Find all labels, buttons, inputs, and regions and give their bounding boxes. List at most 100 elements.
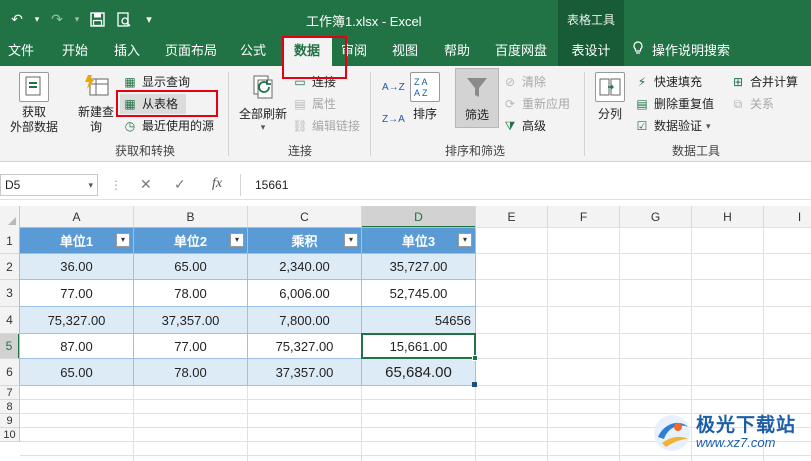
cancel-entry-icon[interactable]: ✕	[140, 176, 152, 193]
table-resize-handle[interactable]	[472, 382, 477, 387]
table-cell[interactable]: 6,006.00	[248, 280, 361, 306]
table-header-cell[interactable]: 单位1 ▾	[20, 228, 133, 253]
row-header-2[interactable]: 2	[0, 254, 20, 280]
row-header-3[interactable]: 3	[0, 280, 20, 307]
column-header-g[interactable]: G	[620, 206, 692, 228]
table-cell[interactable]: 36.00	[20, 254, 133, 279]
tab-page-layout[interactable]: 页面布局	[158, 38, 224, 66]
table-header-cell[interactable]: 单位2 ▾	[134, 228, 247, 253]
save-icon[interactable]	[86, 8, 108, 30]
filter-dropdown-icon[interactable]: ▾	[230, 233, 244, 247]
select-all-button[interactable]	[0, 206, 20, 228]
table-cell[interactable]: 77.00	[134, 334, 247, 358]
table-cell[interactable]: 78.00	[134, 280, 247, 306]
column-header-a[interactable]: A	[20, 206, 134, 228]
table-cell[interactable]: 65.00	[20, 359, 133, 385]
table-cell[interactable]: 2,340.00	[248, 254, 361, 279]
advanced-filter-button[interactable]: ⧩ 高级	[502, 116, 546, 136]
active-cell-cursor[interactable]	[361, 333, 476, 359]
fill-handle[interactable]	[472, 355, 478, 361]
row-header-1[interactable]: 1	[0, 228, 20, 254]
customize-qat-icon[interactable]: ▾	[138, 8, 160, 30]
edit-links-icon: ⛓	[292, 119, 308, 133]
table-cell[interactable]: 75,327.00	[20, 307, 133, 333]
table-header-cell[interactable]: 乘积 ▾	[248, 228, 361, 253]
name-box[interactable]: D5 ▾	[0, 174, 98, 196]
table-cell[interactable]: 65.00	[134, 254, 247, 279]
filter-dropdown-icon[interactable]: ▾	[116, 233, 130, 247]
tab-review[interactable]: 审阅	[334, 38, 374, 66]
table-cell[interactable]: 52,745.00	[362, 280, 475, 306]
row-header-6[interactable]: 6	[0, 359, 20, 386]
connections-icon: ▭	[294, 75, 306, 89]
confirm-entry-icon[interactable]: ✓	[174, 176, 186, 193]
undo-dropdown-icon[interactable]: ▾	[32, 8, 42, 30]
consolidate-button[interactable]: ⊞ 合并计算	[730, 72, 798, 92]
formula-bar-splitter[interactable]: ⋮	[110, 178, 122, 192]
tab-formulas[interactable]: 公式	[230, 38, 276, 66]
column-header-i[interactable]: I	[764, 206, 811, 228]
row-header-4[interactable]: 4	[0, 307, 20, 334]
print-preview-icon[interactable]	[112, 8, 134, 30]
remove-duplicates-button[interactable]: ▤ 删除重复值	[634, 94, 714, 114]
sort-ascending-button[interactable]: A→Z	[382, 78, 405, 98]
insert-function-icon[interactable]: fx	[212, 176, 222, 192]
tell-me-search[interactable]: 操作说明搜索	[632, 38, 730, 66]
column-header-f[interactable]: F	[548, 206, 620, 228]
table-cell[interactable]: 65,684.00	[362, 359, 475, 385]
table-cell[interactable]: 54656	[362, 307, 475, 333]
refresh-all-button[interactable]: 全部刷新 ▾	[234, 72, 292, 133]
tab-home[interactable]: 开始	[50, 38, 100, 66]
row-header-7[interactable]: 7	[0, 386, 20, 400]
edit-links-button[interactable]: ⛓ 编辑链接	[292, 116, 360, 136]
recent-sources-button[interactable]: ◷ 最近使用的源	[122, 116, 214, 136]
table-cell[interactable]: 78.00	[134, 359, 247, 385]
tab-baidu-netdisk[interactable]: 百度网盘	[488, 38, 554, 66]
get-external-data-button[interactable]: 获取 外部数据	[4, 72, 64, 135]
tab-help[interactable]: 帮助	[434, 38, 480, 66]
column-header-h[interactable]: H	[692, 206, 764, 228]
column-header-c[interactable]: C	[248, 206, 362, 228]
table-cell[interactable]: 75,327.00	[248, 334, 361, 358]
filter-button[interactable]: 筛选	[455, 68, 499, 128]
reapply-button[interactable]: ⟳ 重新应用	[502, 94, 570, 114]
properties-button[interactable]: ▤ 属性	[292, 94, 336, 114]
table-cell[interactable]: 37,357.00	[248, 359, 361, 385]
flash-fill-button[interactable]: ⚡ 快速填充	[634, 72, 702, 92]
new-query-button[interactable]: 新建查 询	[72, 72, 120, 135]
tab-insert[interactable]: 插入	[104, 38, 150, 66]
data-validation-button[interactable]: ☑ 数据验证 ▾	[634, 116, 711, 136]
table-cell[interactable]: 37,357.00	[134, 307, 247, 333]
table-header-cell[interactable]: 单位3 ▾	[362, 228, 475, 253]
row-header-8[interactable]: 8	[0, 400, 20, 414]
filter-dropdown-icon[interactable]: ▾	[344, 233, 358, 247]
tab-data[interactable]: 数据	[282, 38, 332, 66]
chevron-down-icon[interactable]: ▾	[88, 175, 93, 195]
undo-icon[interactable]: ↶	[6, 8, 28, 30]
row-header-10[interactable]: 10	[0, 428, 20, 442]
filter-dropdown-icon[interactable]: ▾	[458, 233, 472, 247]
column-header-b[interactable]: B	[134, 206, 248, 228]
sort-descending-button[interactable]: Z→A	[382, 110, 405, 130]
formula-input[interactable]: 15661	[240, 174, 811, 196]
table-cell[interactable]: 77.00	[20, 280, 133, 306]
tab-file[interactable]: 文件	[0, 38, 42, 66]
redo-dropdown-icon[interactable]: ▾	[72, 8, 82, 30]
tab-view[interactable]: 视图	[382, 38, 428, 66]
tab-table-design[interactable]: 表设计	[558, 38, 624, 66]
column-header-e[interactable]: E	[476, 206, 548, 228]
clear-filter-button[interactable]: ⊘ 清除	[502, 72, 546, 92]
connections-button[interactable]: ▭ 连接	[292, 72, 336, 92]
sort-button[interactable]: Z AA Z 排序	[408, 72, 442, 122]
row-header-9[interactable]: 9	[0, 414, 20, 428]
show-queries-button[interactable]: ▦ 显示查询	[122, 72, 190, 92]
table-cell[interactable]: 7,800.00	[248, 307, 361, 333]
from-table-button[interactable]: ▦ 从表格	[120, 94, 187, 114]
text-to-columns-button[interactable]: 分列	[590, 72, 630, 122]
table-cell[interactable]: 35,727.00	[362, 254, 475, 279]
row-header-5[interactable]: 5	[0, 334, 20, 359]
relationships-button[interactable]: ⧉ 关系	[730, 94, 774, 114]
table-cell[interactable]: 87.00	[20, 334, 133, 358]
redo-icon[interactable]: ↷	[46, 8, 68, 30]
column-header-d[interactable]: D	[362, 206, 476, 228]
